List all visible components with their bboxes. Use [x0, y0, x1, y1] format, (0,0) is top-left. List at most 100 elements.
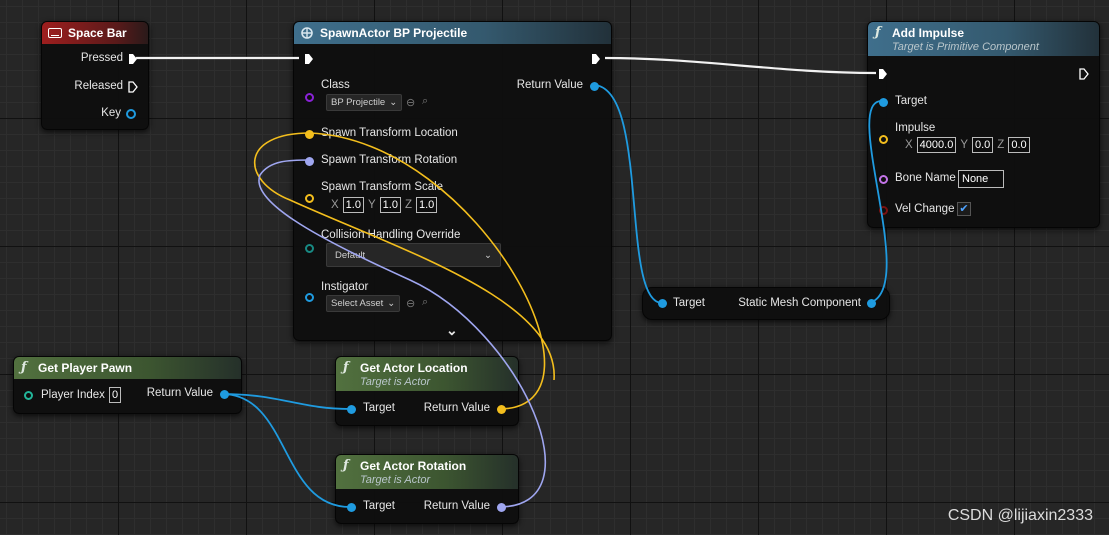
collision-dropdown-value: Default: [335, 249, 366, 261]
location-target-pin[interactable]: [347, 405, 356, 414]
bone-name-field[interactable]: None: [958, 170, 1004, 188]
exec-out-pin[interactable]: [591, 53, 601, 65]
browse-icon[interactable]: ⊖: [406, 297, 415, 310]
rotation-return-pin[interactable]: [497, 503, 506, 512]
return-value-pin[interactable]: [590, 82, 599, 91]
get-player-pawn-node[interactable]: ƒ Get Player Pawn Player Index 0 Return …: [13, 356, 242, 414]
pawn-return-label: Return Value: [146, 387, 213, 399]
pawn-return-pin[interactable]: [220, 390, 229, 399]
exec-out-pin[interactable]: [1079, 68, 1089, 80]
location-target-label: Target: [363, 402, 395, 414]
axis-z-label: Z: [404, 199, 412, 211]
static-mesh-node[interactable]: Target Static Mesh Component: [642, 287, 890, 320]
get-player-pawn-header[interactable]: ƒ Get Player Pawn: [14, 357, 241, 379]
axis-x-label: X: [331, 199, 339, 211]
impulse-y-field[interactable]: 0.0: [972, 137, 994, 153]
mesh-output-pin[interactable]: [867, 299, 876, 308]
chevron-down-icon: ⌄: [387, 298, 396, 309]
bone-name-pin[interactable]: [879, 175, 888, 184]
watermark: CSDN @lijiaxin2333: [947, 507, 1093, 524]
get-actor-rotation-subtitle: Target is Actor: [360, 473, 431, 486]
rotation-target-label: Target: [363, 500, 395, 512]
chevron-down-icon: ⌄: [389, 97, 398, 108]
scale-z-field[interactable]: 1.0: [415, 197, 438, 213]
exec-pin-icon[interactable]: [128, 81, 138, 93]
impulse-target-pin[interactable]: [879, 98, 888, 107]
player-index-pin[interactable]: [24, 391, 33, 400]
add-impulse-header[interactable]: ƒ Add Impulse Target is Primitive Compon…: [868, 22, 1099, 56]
get-actor-location-node[interactable]: ƒ Get Actor Location Target is Actor Tar…: [335, 356, 519, 426]
axis-y-label: Y: [960, 139, 968, 151]
class-dropdown[interactable]: BP Projectile ⌄: [326, 94, 403, 111]
spawn-scale-pin[interactable]: [305, 194, 314, 203]
spawn-rotation-pin[interactable]: [305, 157, 314, 166]
spawn-scale-label: Spawn Transform Scale: [321, 181, 444, 193]
player-index-field[interactable]: 0: [109, 387, 122, 403]
class-pin[interactable]: [305, 93, 314, 102]
collision-dropdown[interactable]: Default ⌄: [326, 243, 501, 267]
add-impulse-node[interactable]: ƒ Add Impulse Target is Primitive Compon…: [867, 21, 1100, 228]
spawn-icon: [301, 27, 313, 39]
exec-in-pin[interactable]: [304, 53, 314, 65]
space-bar-header[interactable]: Space Bar: [42, 22, 148, 44]
chevron-down-icon: ⌄: [484, 249, 492, 261]
function-icon: ƒ: [343, 360, 349, 375]
key-label: Key: [101, 107, 121, 119]
space-bar-node[interactable]: Space Bar Pressed Released Key: [41, 21, 149, 130]
scale-fields: X 1.0 Y 1.0 Z 1.0: [331, 197, 438, 213]
get-actor-rotation-header[interactable]: ƒ Get Actor Rotation Target is Actor: [336, 455, 518, 489]
impulse-z-field[interactable]: 0.0: [1008, 137, 1030, 153]
function-icon: ƒ: [21, 360, 27, 375]
key-pin[interactable]: [126, 109, 136, 119]
impulse-target-label: Target: [895, 95, 927, 107]
impulse-fields: X 4000.0 Y 0.0 Z 0.0: [905, 137, 1030, 153]
exec-pin-icon[interactable]: [128, 53, 138, 65]
instigator-label: Instigator: [321, 281, 369, 293]
bone-name-label: Bone Name: [895, 172, 956, 184]
get-actor-rotation-title: Get Actor Rotation: [360, 458, 467, 473]
pressed-label: Pressed: [80, 52, 123, 64]
impulse-vector-pin[interactable]: [879, 135, 888, 144]
search-icon[interactable]: ⌕: [422, 95, 428, 108]
get-actor-rotation-node[interactable]: ƒ Get Actor Rotation Target is Actor Tar…: [335, 454, 519, 524]
return-value-label: Return Value: [516, 79, 583, 91]
scale-x-field[interactable]: 1.0: [342, 197, 364, 213]
rotation-target-pin[interactable]: [347, 503, 356, 512]
space-bar-title: Space Bar: [68, 26, 127, 40]
mesh-target-label: Target: [673, 297, 705, 309]
get-player-pawn-title: Get Player Pawn: [38, 361, 133, 375]
search-icon[interactable]: ⌕: [422, 296, 428, 309]
impulse-label: Impulse: [895, 122, 936, 134]
mesh-output-label: Static Mesh Component: [738, 297, 861, 309]
get-actor-location-header[interactable]: ƒ Get Actor Location Target is Actor: [336, 357, 518, 391]
instigator-dropdown[interactable]: Select Asset ⌄: [326, 295, 401, 312]
expand-chevron-icon[interactable]: ⌄: [446, 322, 458, 339]
exec-wire-spawn-impulse: [604, 56, 877, 75]
mesh-target-pin[interactable]: [658, 299, 667, 308]
location-return-pin[interactable]: [497, 405, 506, 414]
get-actor-location-title: Get Actor Location: [360, 360, 468, 375]
vel-change-checkbox[interactable]: ✔: [957, 202, 971, 216]
spawn-actor-header[interactable]: SpawnActor BP Projectile: [294, 22, 611, 44]
player-index-label: Player Index: [41, 389, 105, 401]
collision-label: Collision Handling Override: [321, 229, 461, 241]
browse-icon[interactable]: ⊖: [406, 96, 415, 109]
get-actor-location-subtitle: Target is Actor: [360, 375, 431, 388]
vel-change-label: Vel Change: [895, 203, 955, 215]
add-impulse-subtitle: Target is Primitive Component: [892, 40, 1039, 53]
function-icon: ƒ: [343, 458, 349, 473]
keyboard-icon: [48, 28, 62, 38]
spawn-actor-node[interactable]: SpawnActor BP Projectile Class BP Projec…: [293, 21, 612, 341]
scale-y-field[interactable]: 1.0: [379, 197, 401, 213]
collision-pin[interactable]: [305, 244, 314, 253]
impulse-x-field[interactable]: 4000.0: [916, 137, 957, 153]
add-impulse-title: Add Impulse: [892, 25, 965, 40]
exec-in-pin[interactable]: [878, 68, 888, 80]
vel-change-pin[interactable]: [879, 206, 888, 215]
function-icon: ƒ: [875, 25, 881, 40]
axis-z-label: Z: [997, 139, 1005, 151]
spawn-rotation-label: Spawn Transform Rotation: [321, 154, 458, 166]
instigator-pin[interactable]: [305, 293, 314, 302]
spawn-location-pin[interactable]: [305, 130, 314, 139]
released-label: Released: [74, 80, 123, 92]
